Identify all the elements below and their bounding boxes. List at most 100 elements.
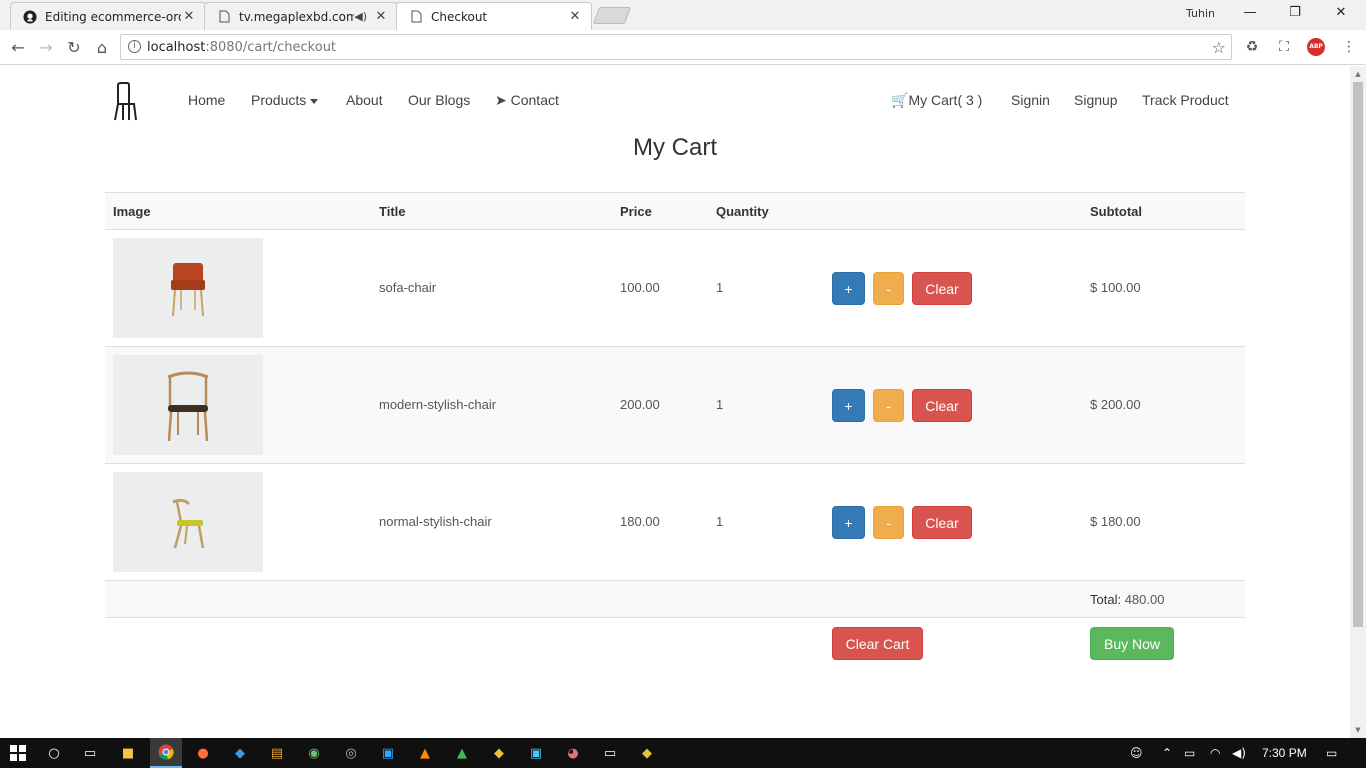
url-text[interactable]: localhost:8080/cart/checkout [147, 40, 336, 55]
page-icon [409, 10, 423, 24]
cart-table: Image Title Price Quantity Subtotal sofa… [105, 192, 1245, 668]
nav-signup[interactable]: Signup [1074, 92, 1118, 108]
nav-signin[interactable]: Signin [1011, 92, 1050, 108]
scroll-up-icon[interactable]: ▲ [1350, 70, 1366, 78]
decrease-quantity-button[interactable]: - [873, 506, 904, 539]
windows-start-icon[interactable] [8, 743, 28, 763]
app-icon[interactable]: ◉ [304, 743, 324, 763]
page-content: Home Products About Our Blogs ➤ Contact … [0, 66, 1350, 738]
info-icon[interactable]: i [128, 40, 141, 53]
menu-dots-icon[interactable]: ⋮ [1340, 39, 1358, 55]
nav-contact[interactable]: ➤ Contact [495, 92, 559, 109]
nav-my-cart[interactable]: 🛒My Cart( 3 ) [891, 92, 982, 109]
nav-home[interactable]: Home [188, 92, 225, 108]
row-quantity: 1 [716, 514, 724, 529]
header-image: Image [113, 204, 151, 219]
row-subtotal: $ 100.00 [1090, 280, 1141, 295]
tab-megaplex[interactable]: tv.megaplexbd.com ◀) ✕ [204, 2, 398, 30]
cart-total: Total: 480.00 [1090, 592, 1164, 607]
tab-github-editing[interactable]: Editing ecommerce-orde ✕ [10, 2, 206, 30]
obs-icon[interactable]: ◎ [341, 743, 361, 763]
wifi-icon[interactable]: ◠ [1210, 746, 1220, 760]
git-icon[interactable]: ◆ [489, 743, 509, 763]
windows-taskbar: ○ ▭ ■ ● ◆ ▤ ◉ ◎ ▣ ▲ ▲ ◆ ▣ ◕ ▭ ◆ ☺ ⌃ ▭ ◠ … [0, 738, 1366, 768]
scroll-down-icon[interactable]: ▼ [1350, 726, 1366, 734]
page-icon [217, 10, 231, 24]
address-bar[interactable]: i localhost:8080/cart/checkout ☆ [120, 34, 1232, 60]
volume-icon[interactable]: ◀) [1232, 746, 1246, 760]
sublime-icon[interactable]: ▤ [267, 743, 287, 763]
header-quantity: Quantity [716, 204, 769, 219]
nav-blogs[interactable]: Our Blogs [408, 92, 470, 108]
photoshop-icon[interactable]: ▣ [378, 743, 398, 763]
increase-quantity-button[interactable]: + [832, 272, 865, 305]
notifications-icon[interactable]: ▭ [1326, 746, 1337, 760]
decrease-quantity-button[interactable]: - [873, 272, 904, 305]
file-explorer-icon[interactable]: ■ [118, 743, 138, 763]
nav-products[interactable]: Products [251, 92, 319, 108]
app-green-icon[interactable]: ▲ [452, 743, 472, 763]
task-view-icon[interactable]: ▭ [80, 743, 100, 763]
paper-plane-icon: ➤ [495, 92, 507, 108]
increase-quantity-button[interactable]: + [832, 506, 865, 539]
chair-logo-icon[interactable] [112, 82, 142, 122]
profile-name[interactable]: Tuhin [1186, 7, 1215, 20]
clear-item-button[interactable]: Clear [912, 389, 972, 422]
screen-capture-icon[interactable]: ⛶ [1275, 39, 1293, 55]
speaker-icon[interactable]: ◀) [354, 10, 367, 23]
cortana-icon[interactable]: ○ [44, 743, 64, 763]
clear-item-button[interactable]: Clear [912, 506, 972, 539]
sofa-chair-image [113, 238, 263, 338]
recycle-extension-icon[interactable]: ♻ [1243, 39, 1261, 55]
back-icon[interactable]: ← [8, 38, 28, 57]
minimize-icon[interactable]: — [1240, 5, 1260, 20]
reload-icon[interactable]: ↻ [64, 38, 84, 57]
firefox-icon[interactable]: ● [193, 743, 213, 763]
clear-item-button[interactable]: Clear [912, 272, 972, 305]
close-icon[interactable]: ✕ [567, 9, 583, 24]
home-icon[interactable]: ⌂ [92, 38, 112, 57]
close-icon[interactable]: ✕ [181, 9, 197, 24]
row-subtotal: $ 180.00 [1090, 514, 1141, 529]
bookmark-star-icon[interactable]: ☆ [1212, 38, 1226, 57]
row-quantity: 1 [716, 280, 724, 295]
restore-icon[interactable]: ❐ [1285, 5, 1305, 20]
row-price: 180.00 [620, 514, 660, 529]
vscode-icon[interactable]: ◆ [230, 743, 250, 763]
battery-icon[interactable]: ▭ [1184, 746, 1195, 760]
row-title: sofa-chair [379, 280, 437, 295]
tab-checkout[interactable]: Checkout ✕ [396, 2, 592, 30]
table-header: Image Title Price Quantity Subtotal [105, 192, 1245, 230]
buy-now-button[interactable]: Buy Now [1090, 627, 1174, 660]
shopping-cart-icon: 🛒 [891, 92, 909, 108]
new-tab-button[interactable] [592, 7, 632, 24]
page-scrollbar[interactable]: ▲ ▼ [1350, 66, 1366, 738]
tray-chevron-icon[interactable]: ⌃ [1162, 746, 1172, 760]
close-window-icon[interactable]: ✕ [1331, 5, 1351, 20]
nav-about[interactable]: About [346, 92, 383, 108]
github-icon [23, 9, 37, 24]
caret-down-icon [310, 98, 319, 104]
browser-tab-strip: Editing ecommerce-orde ✕ tv.megaplexbd.c… [0, 0, 1366, 30]
clear-cart-button[interactable]: Clear Cart [832, 627, 923, 660]
clock[interactable]: 7:30 PM [1262, 746, 1307, 760]
row-subtotal: $ 200.00 [1090, 397, 1141, 412]
people-icon[interactable]: ☺ [1130, 746, 1143, 760]
app-red-icon[interactable]: ◕ [563, 743, 583, 763]
forward-icon[interactable]: → [36, 38, 56, 57]
row-price: 100.00 [620, 280, 660, 295]
nav-track-product[interactable]: Track Product [1142, 92, 1229, 108]
chrome-icon[interactable] [150, 738, 182, 768]
close-icon[interactable]: ✕ [373, 9, 389, 24]
git-bash-icon[interactable]: ◆ [637, 743, 657, 763]
editor-icon[interactable]: ▣ [526, 743, 546, 763]
header-price: Price [620, 204, 652, 219]
scroll-thumb[interactable] [1353, 82, 1363, 627]
terminal-icon[interactable]: ▭ [600, 743, 620, 763]
normal-chair-image [113, 472, 263, 572]
decrease-quantity-button[interactable]: - [873, 389, 904, 422]
adblock-icon[interactable]: ABP [1307, 38, 1325, 56]
row-price: 200.00 [620, 397, 660, 412]
increase-quantity-button[interactable]: + [832, 389, 865, 422]
vlc-icon[interactable]: ▲ [415, 743, 435, 763]
